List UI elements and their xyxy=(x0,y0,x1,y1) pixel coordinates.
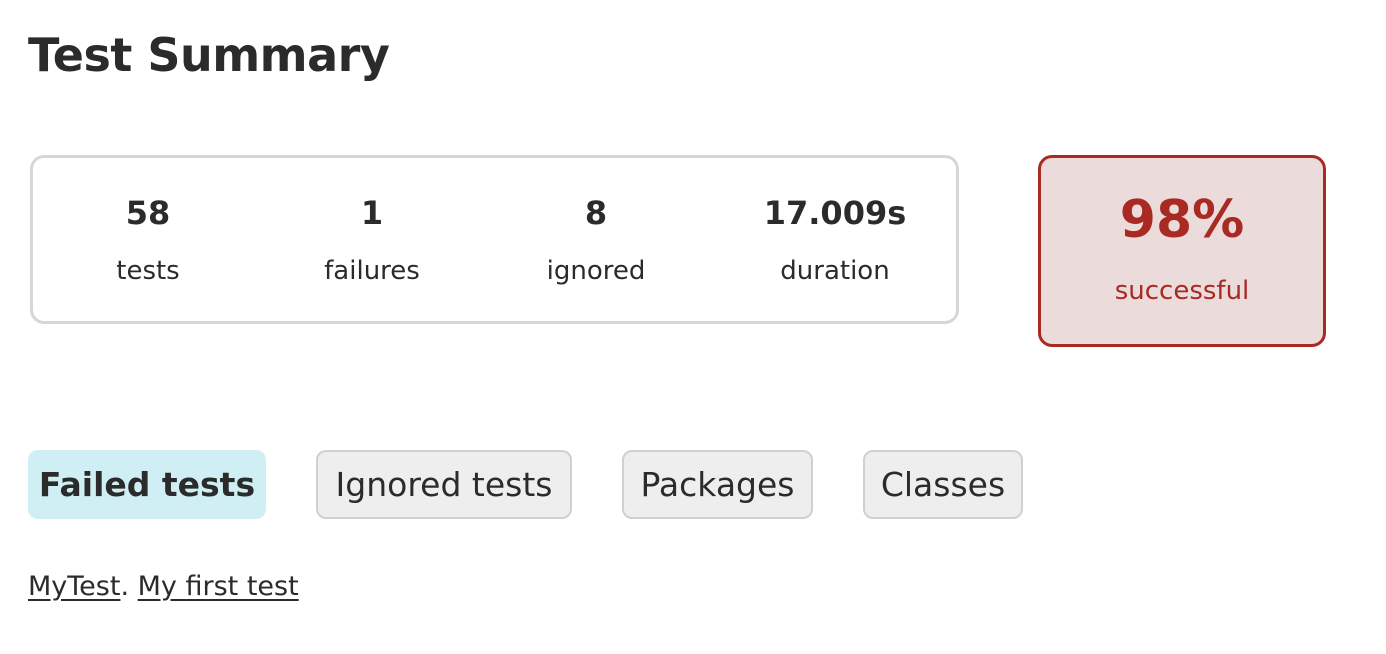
duration-label: duration xyxy=(780,256,890,286)
test-method-link[interactable]: My first test xyxy=(138,571,299,602)
success-rate-label: successful xyxy=(1114,276,1250,306)
tab-ignored-tests[interactable]: Ignored tests xyxy=(316,450,572,519)
tests-count: 58 xyxy=(125,194,171,232)
tab-packages[interactable]: Packages xyxy=(622,450,813,519)
failures-count: 1 xyxy=(360,194,384,232)
tab-failed-tests[interactable]: Failed tests xyxy=(28,450,266,519)
test-summary-page: Test Summary 58 tests 1 failures 8 ignor… xyxy=(0,0,1386,654)
ignored-label: ignored xyxy=(546,256,646,286)
link-separator: . xyxy=(120,571,130,602)
summary-counters: 58 tests 1 failures 8 ignored 17.009s du… xyxy=(30,155,959,324)
page-title: Test Summary xyxy=(28,28,390,82)
success-rate-value: 98% xyxy=(1119,190,1245,250)
success-rate-box: 98% successful xyxy=(1038,155,1326,347)
tests-label: tests xyxy=(116,256,180,286)
failed-test-entry: MyTest. My first test xyxy=(28,571,299,602)
test-class-link[interactable]: MyTest xyxy=(28,571,120,602)
duration-value: 17.009s xyxy=(763,194,907,232)
tab-classes[interactable]: Classes xyxy=(863,450,1023,519)
ignored-count: 8 xyxy=(584,194,608,232)
failures-label: failures xyxy=(324,256,420,286)
